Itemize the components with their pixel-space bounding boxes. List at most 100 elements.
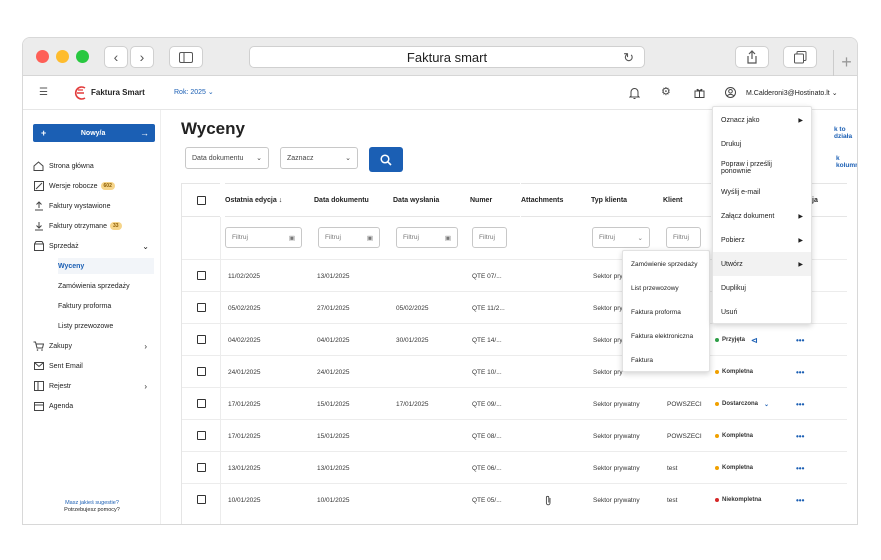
table-row[interactable]: 17/01/2025 15/01/2025 17/01/2025 QTE 09/...… — [182, 387, 847, 419]
bell-icon[interactable] — [629, 87, 640, 99]
table-row[interactable]: 04/02/2025 04/01/2025 30/01/2025 QTE 14/...… — [182, 323, 847, 355]
actions-menu-item[interactable]: Drukuj — [713, 132, 811, 156]
create-submenu-item[interactable]: Faktura — [623, 348, 709, 372]
sidebar-item-sales[interactable]: Sprzedaż ⌄ — [33, 238, 155, 254]
table-row[interactable]: 10/01/2025 10/01/2025 QTE 05/... Sektor pry… — [182, 483, 847, 515]
mark-select[interactable]: Zaznacz ⌄ — [280, 147, 358, 169]
cell-number[interactable]: QTE 05/... — [472, 484, 520, 516]
address-bar[interactable]: Faktura smart ↻ — [249, 46, 645, 68]
row-more-button[interactable]: ••• — [796, 356, 812, 388]
date-type-select[interactable]: Data dokumentu ⌄ — [185, 147, 269, 169]
sidebar-item-register[interactable]: Rejestr › — [33, 378, 155, 394]
filter-last-edit[interactable]: Filtruj ▣ — [225, 227, 302, 248]
col-last-edit[interactable]: Ostatnia edycja ↓ — [225, 183, 315, 217]
row-checkbox[interactable] — [197, 431, 206, 440]
sidebar-subitem-proforma[interactable]: Faktury proforma — [58, 298, 154, 314]
back-button[interactable]: ‹ — [104, 46, 128, 68]
actions-menu-item[interactable]: Załącz dokument ▶ — [713, 204, 811, 228]
sidebar-item-purchases[interactable]: Zakupy › — [33, 338, 155, 354]
hamburger-icon[interactable]: ☰ — [39, 87, 48, 98]
filter-number[interactable]: Filtruj — [472, 227, 507, 248]
select-all-checkbox[interactable] — [196, 195, 206, 205]
filter-client[interactable]: Filtruj — [666, 227, 701, 248]
reload-icon[interactable]: ↻ — [623, 47, 634, 68]
forward-button[interactable]: › — [130, 46, 154, 68]
cell-number[interactable]: QTE 09/... — [472, 388, 520, 420]
share-button[interactable] — [735, 46, 769, 68]
user-email[interactable]: M.Calderoni3@Hostinato.lt ⌄ — [746, 89, 838, 97]
new-document-button[interactable]: + Nowy/a → — [33, 124, 155, 142]
sidebar-subitem-waybills[interactable]: Listy przewozowe — [58, 318, 154, 334]
menu-item-label: Popraw i prześlij ponownie — [721, 161, 772, 175]
sidebar-item-home[interactable]: Strona główna — [33, 158, 155, 174]
row-checkbox[interactable] — [197, 495, 206, 504]
tabs-overview-button[interactable] — [783, 46, 817, 68]
actions-menu-item[interactable]: Usuń — [713, 300, 811, 324]
cell-number[interactable]: QTE 14/... — [472, 324, 520, 356]
sidebar-item-drafts[interactable]: Wersje robocze 602 — [33, 178, 155, 194]
col-attachments[interactable]: Attachments — [521, 183, 591, 217]
create-submenu-item[interactable]: Zamówienie sprzedaży — [623, 252, 709, 276]
filter-sent-date[interactable]: Filtruj ▣ — [396, 227, 458, 248]
actions-menu-item[interactable]: Popraw i prześlij ponownie — [713, 156, 811, 180]
cell-number[interactable]: QTE 07/... — [472, 260, 520, 292]
year-selector[interactable]: Rok: 2025 ⌄ — [174, 88, 214, 96]
how-it-works-link[interactable]: k to działa — [834, 126, 857, 140]
row-checkbox[interactable] — [197, 335, 206, 344]
table-row[interactable]: 13/01/2025 13/01/2025 QTE 06/... Sektor pry… — [182, 451, 847, 483]
cell-number[interactable]: QTE 06/... — [472, 452, 520, 484]
create-submenu-item[interactable]: Faktura proforma — [623, 300, 709, 324]
cell-number[interactable]: QTE 10/... — [472, 356, 520, 388]
cell-number[interactable]: QTE 11/2... — [472, 292, 520, 324]
row-more-button[interactable]: ••• — [796, 452, 812, 484]
zoom-window-button[interactable] — [76, 50, 89, 63]
sidebar-toggle-button[interactable] — [169, 46, 203, 68]
actions-menu-item[interactable]: Duplikuj — [713, 276, 811, 300]
row-checkbox[interactable] — [197, 271, 206, 280]
user-icon[interactable] — [725, 87, 736, 98]
send-icon[interactable]: ⊲ — [751, 336, 758, 345]
gift-icon[interactable] — [694, 87, 705, 98]
sidebar-item-sent-email[interactable]: Sent Email — [33, 358, 155, 374]
row-checkbox[interactable] — [197, 463, 206, 472]
col-sent-date[interactable]: Data wysłania — [393, 183, 471, 217]
row-more-button[interactable]: ••• — [796, 484, 812, 516]
sidebar-subitem-sales-orders[interactable]: Zamówienia sprzedaży — [58, 278, 154, 294]
col-client[interactable]: Klient — [663, 183, 711, 217]
minimize-window-button[interactable] — [56, 50, 69, 63]
row-more-button[interactable]: ••• — [796, 388, 812, 420]
search-button[interactable] — [369, 147, 403, 172]
col-client-type[interactable]: Typ klienta — [591, 183, 663, 217]
columns-link[interactable]: k kolumny — [836, 155, 857, 169]
sidebar-subitem-quotes[interactable]: Wyceny — [58, 258, 154, 274]
row-more-button[interactable]: ••• — [796, 420, 812, 452]
row-checkbox[interactable] — [197, 367, 206, 376]
row-more-button[interactable]: ••• — [796, 324, 812, 356]
gear-icon[interactable]: ⚙ — [661, 85, 671, 98]
actions-menu-item[interactable]: Pobierz ▶ — [713, 228, 811, 252]
col-number[interactable]: Numer — [470, 183, 520, 217]
row-checkbox[interactable] — [197, 399, 206, 408]
new-tab-button[interactable]: + — [833, 50, 857, 76]
close-window-button[interactable] — [36, 50, 49, 63]
sidebar-item-issued-invoices[interactable]: Faktury wystawione — [33, 198, 155, 214]
col-document-date[interactable]: Data dokumentu — [314, 183, 394, 217]
actions-menu-item[interactable]: Oznacz jako ▶ — [713, 108, 811, 132]
paperclip-icon[interactable] — [545, 484, 559, 516]
sidebar-item-received-invoices[interactable]: Faktury otrzymane 33 — [33, 218, 155, 234]
table-row[interactable]: 24/01/2025 24/01/2025 QTE 10/... Sektor pry… — [182, 355, 847, 387]
sidebar-item-agenda[interactable]: Agenda — [33, 398, 155, 414]
chevron-down-icon[interactable]: ⌄ — [764, 401, 769, 408]
col-header-label: Data wysłania — [393, 196, 440, 204]
create-submenu-item[interactable]: List przewozowy — [623, 276, 709, 300]
create-submenu-item[interactable]: Faktura elektroniczna — [623, 324, 709, 348]
filter-client-type[interactable]: Filtruj ⌄ — [592, 227, 650, 248]
row-checkbox[interactable] — [197, 303, 206, 312]
actions-menu-item[interactable]: Utwórz ▶ — [713, 252, 811, 276]
cell-number[interactable]: QTE 08/... — [472, 420, 520, 452]
actions-menu-item[interactable]: Wyślij e-mail — [713, 180, 811, 204]
col-actions[interactable]: ja — [812, 183, 847, 217]
help-footer[interactable]: Masz jakieś sugestie? Potrzebujesz pomoc… — [23, 500, 161, 514]
filter-document-date[interactable]: Filtruj ▣ — [318, 227, 380, 248]
table-row[interactable]: 17/01/2025 15/01/2025 QTE 08/... Sektor pry… — [182, 419, 847, 451]
